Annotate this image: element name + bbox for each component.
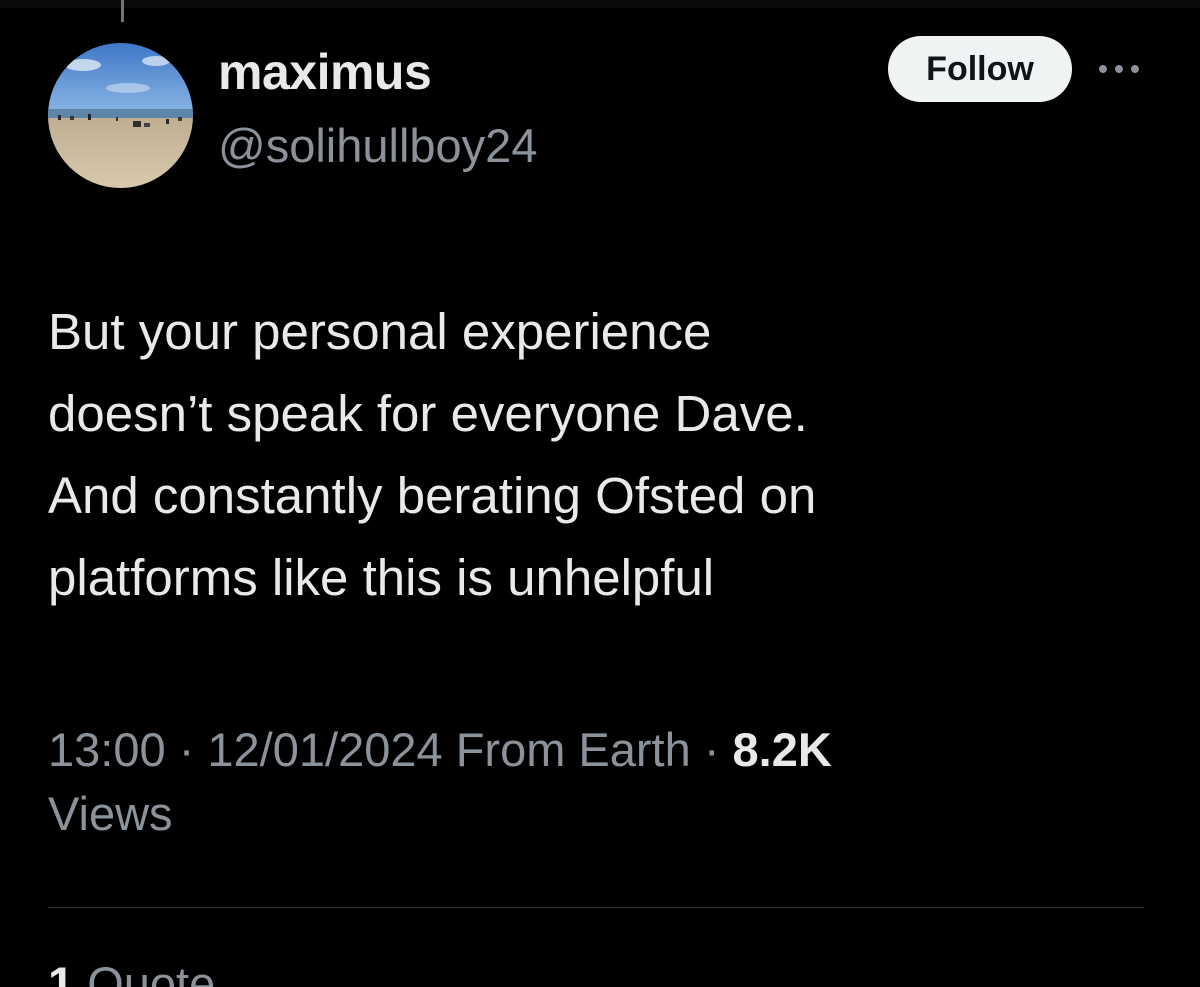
quote-count-label: Quote: [87, 957, 216, 987]
author-display-name[interactable]: maximus: [218, 42, 432, 102]
views-label: Views: [48, 787, 173, 840]
quote-count-number: 1: [48, 957, 75, 987]
tweet-text-line: doesn’t speak for everyone Dave.: [48, 385, 808, 442]
meta-separator: ·: [703, 723, 720, 776]
views-count: 8.2K: [732, 723, 832, 776]
tweet-text-line: And constantly berating Ofsted on: [48, 467, 817, 524]
meta-separator: ·: [178, 723, 195, 776]
divider: [48, 907, 1144, 908]
tweet-source: From Earth: [455, 723, 691, 776]
more-options-button[interactable]: [1094, 56, 1144, 82]
tweet-text: But your personal experience doesn’t spe…: [48, 291, 1148, 619]
top-edge: [0, 0, 1200, 8]
reply-thread-line: [121, 0, 124, 22]
tweet-text-line: platforms like this is unhelpful: [48, 549, 715, 606]
author-handle[interactable]: @solihullboy24: [218, 118, 537, 174]
tweet-date[interactable]: 12/01/2024: [207, 723, 442, 776]
follow-button[interactable]: Follow: [888, 36, 1072, 102]
metadata-line: 13:00 · 12/01/2024 From Earth · 8.2K: [48, 718, 1148, 782]
more-dots-icon: [1099, 65, 1139, 73]
avatar[interactable]: [48, 43, 193, 188]
tweet-detail-page: maximus @solihullboy24 Follow But your p…: [0, 0, 1200, 987]
beach-photo-avatar-icon: [48, 43, 193, 188]
quote-count-link[interactable]: 1 Quote: [48, 954, 215, 987]
tweet-metadata: 13:00 · 12/01/2024 From Earth · 8.2K Vie…: [48, 718, 1148, 846]
tweet-text-line: But your personal experience: [48, 303, 712, 360]
tweet-time[interactable]: 13:00: [48, 723, 166, 776]
